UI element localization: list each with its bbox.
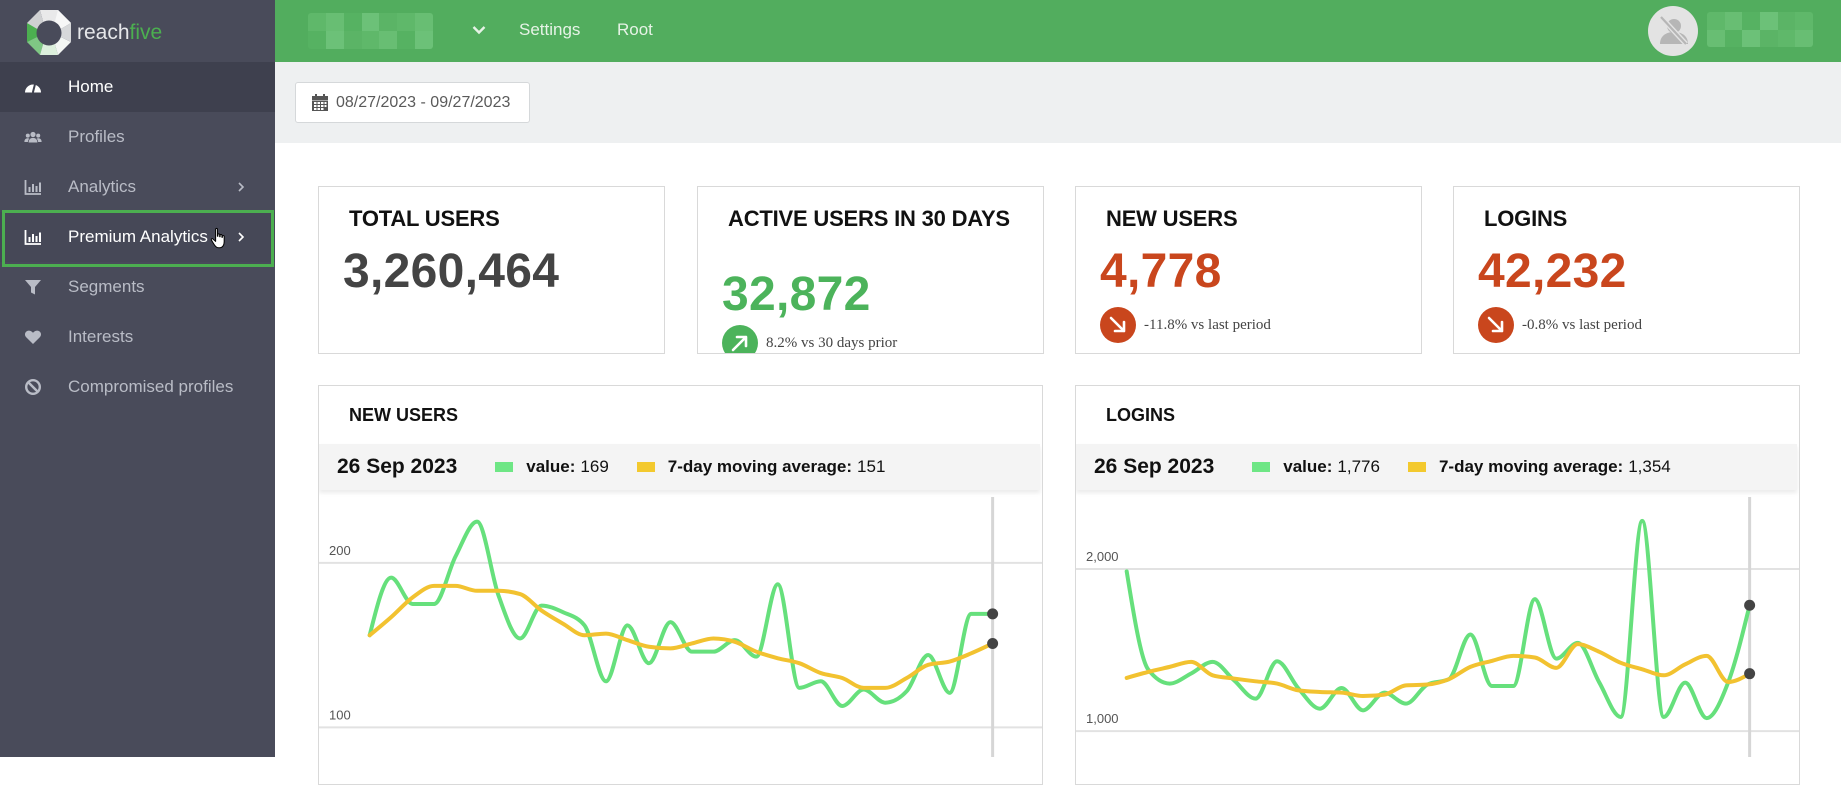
chart-title: NEW USERS bbox=[349, 405, 459, 425]
sidebar-item-label: Compromised profiles bbox=[68, 377, 234, 396]
new-users-chart-card: NEW USERS 26 Sep 2023 value: 169 7-day m… bbox=[318, 385, 1043, 785]
kpi-title: TOTAL USERS bbox=[349, 206, 500, 231]
user-slash-icon bbox=[1659, 15, 1688, 46]
chevron-down-icon[interactable] bbox=[472, 25, 486, 35]
sidebar-item-label: Home bbox=[68, 77, 114, 96]
average-legend-label: 7-day moving average: bbox=[667, 457, 853, 476]
dashboard-icon bbox=[25, 84, 41, 93]
value-legend-swatch bbox=[495, 462, 514, 472]
filter-bar: 08/27/2023 - 09/27/2023 bbox=[275, 62, 1841, 143]
tooltip-date: 26 Sep 2023 bbox=[1094, 455, 1215, 478]
premium-analytics-highlight bbox=[2, 210, 274, 267]
tooltip-date: 26 Sep 2023 bbox=[337, 455, 458, 478]
average-legend-label: 7-day moving average: bbox=[1438, 457, 1624, 476]
kpi-value: 4,778 bbox=[1100, 245, 1222, 298]
sidebar-item-label: Profiles bbox=[68, 127, 125, 146]
value-highlight-point bbox=[1744, 599, 1756, 611]
user-avatar[interactable] bbox=[1648, 6, 1698, 56]
filter-icon bbox=[25, 280, 41, 295]
date-range-value: 08/27/2023 - 09/27/2023 bbox=[336, 94, 511, 111]
user-name-redacted[interactable] bbox=[1707, 12, 1813, 47]
kpi-value: 3,260,464 bbox=[343, 245, 560, 298]
7-day-moving-average-highlight-point bbox=[987, 637, 999, 649]
value-line bbox=[1124, 518, 1752, 721]
brand-logo[interactable]: reachfive bbox=[0, 0, 275, 62]
kpi-change-text: -11.8% vs last period bbox=[1144, 316, 1271, 333]
value-legend-value: 1,776 bbox=[1337, 457, 1380, 476]
value-line bbox=[367, 519, 995, 708]
y-tick-label: 1,000 bbox=[1086, 711, 1119, 726]
ban-icon bbox=[24, 378, 42, 396]
reachfive-logo-icon bbox=[27, 10, 71, 55]
settings-link[interactable]: Settings bbox=[519, 19, 580, 41]
brand-name: reachfive bbox=[77, 20, 162, 46]
value-legend-swatch bbox=[1252, 462, 1271, 472]
kpi-card-total-users: TOTAL USERS 3,260,464 bbox=[318, 186, 665, 354]
value-legend-label: value: bbox=[526, 457, 576, 476]
trend-down-icon bbox=[1100, 307, 1136, 343]
sidebar-item-label: Segments bbox=[68, 277, 145, 296]
root-link[interactable]: Root bbox=[617, 19, 653, 41]
kpi-card-new-users: NEW USERS 4,778 -11.8% vs last period bbox=[1075, 186, 1422, 354]
kpi-change-text: 8.2% vs 30 days prior bbox=[766, 334, 898, 351]
calendar-icon bbox=[312, 94, 328, 111]
bar-chart-icon bbox=[24, 180, 41, 195]
kpi-title: LOGINS bbox=[1484, 206, 1568, 231]
chart-tooltip: 26 Sep 2023 value: 1,776 7-day moving av… bbox=[1076, 444, 1797, 490]
trend-down-icon bbox=[1478, 307, 1514, 343]
sidebar-item-analytics[interactable]: Analytics bbox=[0, 162, 275, 212]
sidebar-item-compromised-profiles[interactable]: Compromised profiles bbox=[0, 362, 275, 412]
sidebar-item-label: Interests bbox=[68, 327, 134, 346]
value-legend-value: 169 bbox=[580, 457, 609, 476]
date-range-picker[interactable]: 08/27/2023 - 09/27/2023 bbox=[295, 82, 530, 123]
sidebar-item-profiles[interactable]: Profiles bbox=[0, 112, 275, 162]
average-legend-value: 1,354 bbox=[1628, 457, 1671, 476]
kpi-value: 42,232 bbox=[1478, 245, 1627, 298]
y-tick-label: 2,000 bbox=[1086, 549, 1119, 564]
kpi-card-logins: LOGINS 42,232 -0.8% vs last period bbox=[1453, 186, 1800, 354]
average-legend-swatch bbox=[636, 462, 655, 472]
sidebar: reachfive Home Profiles Analytics Premiu… bbox=[0, 0, 275, 757]
brand-name-part2: five bbox=[129, 21, 163, 44]
logins-line-chart[interactable]: 1,000 2,000 bbox=[1076, 497, 1799, 757]
trend-up-icon bbox=[722, 325, 758, 353]
users-icon bbox=[24, 131, 42, 143]
top-bar: Settings Root bbox=[275, 0, 1841, 62]
org-name-redacted[interactable] bbox=[308, 13, 433, 49]
cursor-hand-icon bbox=[210, 227, 225, 249]
logins-chart-card: LOGINS 26 Sep 2023 value: 1,776 7-day mo… bbox=[1075, 385, 1800, 785]
kpi-value: 32,872 bbox=[722, 268, 871, 321]
kpi-change-text: -0.8% vs last period bbox=[1522, 316, 1642, 333]
sidebar-item-interests[interactable]: Interests bbox=[0, 312, 275, 362]
7-day-moving-average-highlight-point bbox=[1744, 668, 1756, 680]
kpi-card-active-users: ACTIVE USERS IN 30 DAYS 32,872 8.2% vs 3… bbox=[697, 186, 1044, 354]
kpi-title: ACTIVE USERS IN 30 DAYS bbox=[728, 206, 1010, 231]
value-legend-label: value: bbox=[1283, 457, 1333, 476]
kpi-title: NEW USERS bbox=[1106, 206, 1238, 231]
chart-title: LOGINS bbox=[1106, 405, 1176, 425]
new-users-line-chart[interactable]: 100 200 bbox=[319, 497, 1042, 757]
chart-tooltip: 26 Sep 2023 value: 169 7-day moving aver… bbox=[319, 444, 1040, 490]
heart-icon bbox=[24, 330, 42, 344]
sidebar-item-segments[interactable]: Segments bbox=[0, 262, 275, 312]
value-highlight-point bbox=[987, 608, 999, 620]
average-legend-swatch bbox=[1407, 462, 1426, 472]
chevron-right-icon bbox=[238, 182, 245, 192]
average-legend-value: 151 bbox=[857, 457, 886, 476]
y-tick-label: 100 bbox=[329, 707, 351, 722]
sidebar-item-label: Analytics bbox=[68, 177, 137, 196]
kpi-change: -11.8% vs last period bbox=[1100, 307, 1271, 343]
kpi-change: -0.8% vs last period bbox=[1478, 307, 1642, 343]
y-tick-label: 200 bbox=[329, 543, 351, 558]
kpi-change: 8.2% vs 30 days prior bbox=[722, 325, 898, 353]
sidebar-item-home[interactable]: Home bbox=[0, 62, 275, 112]
brand-name-part1: reach bbox=[77, 21, 130, 44]
